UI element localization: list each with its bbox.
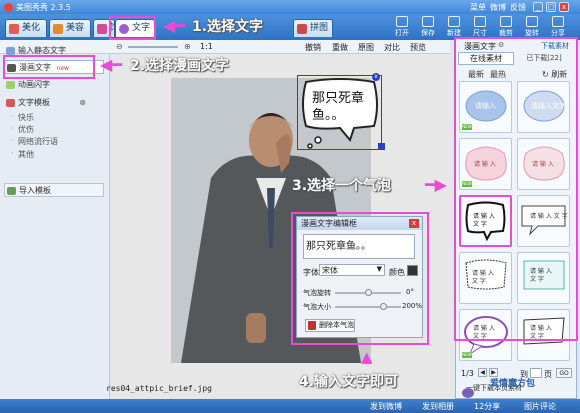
bubble-text[interactable]: 那只死章鱼。。 — [312, 90, 370, 124]
new-icon — [448, 16, 460, 27]
text-templates-item[interactable]: 文字模板 ⊗ — [4, 96, 104, 110]
tool-label: 尺寸 — [473, 29, 487, 37]
menu-button[interactable]: 菜单 — [470, 2, 486, 13]
highlight-comic-text — [3, 55, 95, 79]
resize-icon — [474, 16, 486, 27]
new-button[interactable]: 新建 — [442, 16, 466, 38]
close-icon[interactable]: x — [559, 2, 569, 12]
item-label: 输入静态文字 — [18, 46, 66, 55]
tab-skin[interactable]: 美容 — [49, 19, 91, 37]
redo-button[interactable]: 重做 — [332, 42, 348, 53]
highlight-text-tab — [109, 16, 156, 40]
image-comment-button[interactable]: 图片评论 — [524, 401, 556, 412]
item-label: 文字模板 — [18, 98, 50, 107]
template-category[interactable]: 优伤 — [11, 124, 34, 135]
beautify-icon — [9, 24, 19, 34]
arrow-left-icon: ◀━ — [100, 55, 122, 74]
step4-callout: 4.输入文字即可 — [299, 374, 399, 390]
folder-icon — [396, 16, 408, 27]
highlight-dialog — [291, 212, 429, 345]
app-title: 美图秀秀 2.3.5 — [16, 3, 71, 12]
minimize-icon[interactable]: _ — [533, 2, 543, 12]
arrow-right-icon: ━▶ — [425, 175, 447, 194]
feedback-button[interactable]: 反馈 — [510, 2, 526, 13]
highlight-bubble-panel — [454, 37, 578, 341]
tool-label: 分享 — [551, 29, 565, 37]
filename-label: res04_attpic_brief.jpg — [106, 384, 212, 393]
tool-label: 裁剪 — [499, 29, 513, 37]
resize-button[interactable]: 尺寸 — [468, 16, 492, 38]
ad-text[interactable]: 爱情魔方包 — [490, 376, 535, 389]
collapse-icon[interactable]: ⊗ — [79, 96, 86, 110]
sparkle-icon — [6, 81, 15, 89]
title-bar: 美图秀秀 2.3.5 菜单 微博 反馈 _ □ x — [0, 0, 580, 14]
skin-icon — [53, 24, 63, 34]
undo-button[interactable]: 撤销 — [305, 42, 321, 53]
share-count-button[interactable]: 12分享 — [474, 401, 500, 412]
share-weibo-button[interactable]: 发到微博 — [370, 401, 402, 412]
weibo-button[interactable]: 微博 — [490, 2, 506, 13]
tool-label: 保存 — [421, 29, 435, 37]
item-label: 导入模板 — [19, 186, 51, 195]
go-button[interactable]: GO — [556, 368, 572, 378]
rotate-button[interactable]: 旋转 — [520, 16, 544, 38]
rotate-icon — [526, 16, 538, 27]
tab-label: 拼图 — [310, 23, 329, 33]
page-suffix: 页 — [544, 370, 552, 379]
step3-callout: 3.选择一个气泡 — [292, 178, 392, 194]
tab-label: 美化 — [22, 23, 41, 33]
import-icon — [7, 187, 16, 195]
tab-label: 美容 — [66, 23, 85, 33]
collage-icon — [297, 24, 307, 34]
crop-button[interactable]: 裁剪 — [494, 16, 518, 38]
save-icon — [422, 16, 434, 27]
arrow-left-icon: ◀━ — [163, 16, 185, 35]
ad-avatar — [462, 388, 474, 398]
app-logo-icon — [4, 3, 13, 12]
zoom-slider[interactable] — [128, 46, 178, 48]
import-template-button[interactable]: 导入模板 — [4, 183, 104, 197]
zoom-ratio[interactable]: 1:1 — [200, 42, 213, 51]
tab-collage[interactable]: 拼图 — [293, 19, 333, 37]
delete-bubble-icon[interactable]: x — [372, 73, 380, 81]
tab-beautify[interactable]: 美化 — [5, 19, 47, 37]
bubble-selection-box[interactable]: 那只死章鱼。。 — [297, 75, 382, 150]
step1-callout: 1.选择文字 — [192, 19, 264, 35]
arrow-up-icon: ▲ — [361, 348, 373, 366]
preview-button[interactable]: 预览 — [410, 42, 426, 53]
accessories-icon — [97, 24, 107, 34]
text-icon — [6, 47, 15, 55]
share-album-button[interactable]: 发到相册 — [422, 401, 454, 412]
step2-callout: 2.选择漫画文字 — [130, 58, 230, 74]
resize-handle[interactable] — [378, 143, 385, 150]
item-label: 动画闪字 — [18, 80, 50, 89]
template-category[interactable]: 快乐 — [11, 112, 34, 123]
save-button[interactable]: 保存 — [416, 16, 440, 38]
zoom-out-icon[interactable]: ⊖ — [116, 42, 123, 51]
template-category[interactable]: 网络流行语 — [11, 136, 58, 147]
zoom-in-icon[interactable]: ⊕ — [184, 42, 191, 51]
share-button[interactable]: 分享 — [546, 16, 570, 38]
template-icon — [6, 99, 15, 107]
maximize-icon[interactable]: □ — [546, 2, 556, 12]
open-button[interactable]: 打开 — [390, 16, 414, 38]
tool-label: 打开 — [395, 29, 409, 37]
crop-icon — [500, 16, 512, 27]
status-bar: 发到微博 发到相册 12分享 图片评论 — [0, 399, 580, 413]
text-tools-panel: 输入静态文字 漫画文字 new 动画闪字 文字模板⊗ 快乐 优伤 网络流行语 其… — [0, 46, 110, 399]
compare-button[interactable]: 对比 — [384, 42, 400, 53]
original-button[interactable]: 原图 — [358, 42, 374, 53]
template-category[interactable]: 其他 — [11, 149, 34, 160]
new-badge: NEW — [462, 352, 472, 358]
tool-label: 旋转 — [525, 29, 539, 37]
tool-label: 新建 — [447, 29, 461, 37]
animated-text-item[interactable]: 动画闪字 — [4, 78, 104, 92]
share-icon — [552, 16, 564, 27]
prev-page-icon[interactable]: ◀ — [478, 368, 487, 377]
page-indicator: 1/3 — [461, 369, 474, 378]
